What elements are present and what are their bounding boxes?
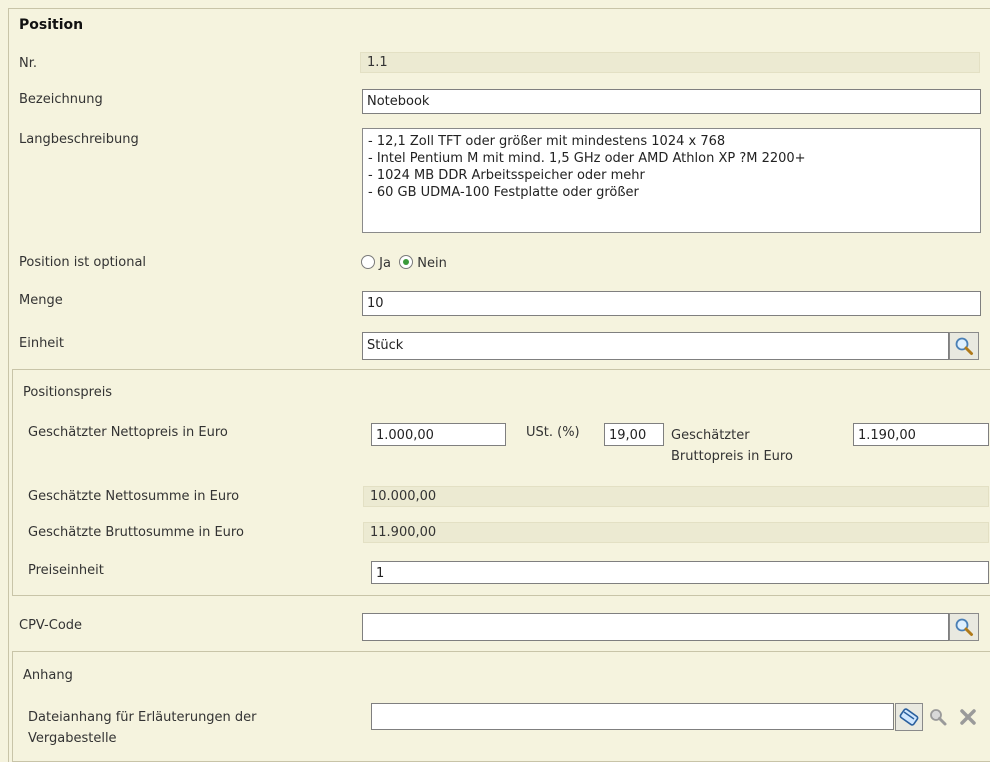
view-icon [930, 709, 947, 726]
preiseinheit-input[interactable]: 1 [371, 561, 989, 584]
langbeschreibung-line: - Intel Pentium M mit mind. 1,5 GHz oder… [368, 151, 806, 166]
einheit-input[interactable]: Stück [362, 332, 949, 360]
nettosumme-label: Geschätzte Nettosumme in Euro [28, 489, 240, 504]
optional-label: Position ist optional [19, 255, 147, 270]
langbeschreibung-line: - 12,1 Zoll TFT oder größer mit mindeste… [368, 134, 726, 149]
search-icon [955, 618, 973, 636]
langbeschreibung-textarea[interactable]: - 12,1 Zoll TFT oder größer mit mindeste… [362, 128, 981, 233]
position-form: Position Nr. 1.1 Bezeichnung Notebook La… [8, 8, 990, 762]
bezeichnung-label: Bezeichnung [19, 92, 103, 107]
search-icon [955, 337, 973, 355]
nettosumme-value: 10.000,00 [363, 486, 989, 507]
menge-label: Menge [19, 293, 63, 308]
positionspreis-title: Positionspreis [23, 385, 113, 400]
bruttopreis-label-line1: Geschätzter [671, 428, 750, 443]
view-button[interactable] [925, 704, 951, 730]
einheit-search-button[interactable] [949, 332, 979, 360]
einheit-label: Einheit [19, 336, 65, 351]
dateianhang-label: Dateianhang für Erläuterungen der Vergab… [28, 707, 257, 749]
nr-label: Nr. [19, 56, 38, 71]
bruttopreis-input[interactable]: 1.190,00 [853, 423, 989, 446]
delete-button[interactable] [955, 704, 981, 730]
cpv-search-button[interactable] [949, 613, 979, 641]
anhang-title: Anhang [23, 668, 73, 683]
anhang-group: Anhang Dateianhang für Erläuterungen der… [12, 651, 990, 762]
section-title: Position [19, 17, 84, 33]
bruttopreis-label: Geschätzter Bruttopreis in Euro [671, 425, 793, 467]
nettopreis-label: Geschätzter Nettopreis in Euro [28, 425, 228, 440]
attach-icon [899, 708, 919, 726]
langbeschreibung-line: - 60 GB UDMA-100 Festplatte oder größer [368, 185, 639, 200]
positionspreis-group: Positionspreis Geschätzter Nettopreis in… [12, 369, 990, 596]
langbeschreibung-line: - 1024 MB DDR Arbeitsspeicher oder mehr [368, 168, 645, 183]
ust-input[interactable]: 19,00 [604, 423, 664, 446]
attach-button[interactable] [895, 703, 923, 731]
dateianhang-label-line1: Dateianhang für Erläuterungen der [28, 710, 257, 725]
bruttopreis-label-line2: Bruttopreis in Euro [671, 449, 793, 464]
bruttosumme-label: Geschätzte Bruttosumme in Euro [28, 525, 244, 540]
nettopreis-input[interactable]: 1.000,00 [371, 423, 506, 446]
radio-nein-label: Nein [417, 256, 447, 271]
langbeschreibung-label: Langbeschreibung [19, 132, 139, 147]
radio-ja[interactable] [361, 255, 375, 269]
nr-value: 1.1 [360, 52, 980, 73]
radio-nein[interactable] [399, 255, 414, 269]
menge-input[interactable]: 10 [362, 291, 981, 316]
delete-icon [960, 709, 976, 725]
radio-ja-label: Ja [379, 256, 391, 271]
cpv-label: CPV-Code [19, 618, 83, 633]
cpv-input[interactable] [362, 613, 949, 641]
optional-radio-group: Ja Nein [361, 255, 447, 271]
dateianhang-label-line2: Vergabestelle [28, 731, 117, 746]
dateianhang-input[interactable] [371, 703, 894, 730]
bezeichnung-input[interactable]: Notebook [362, 89, 981, 114]
preiseinheit-label: Preiseinheit [28, 563, 104, 578]
bruttosumme-value: 11.900,00 [363, 522, 989, 543]
ust-label: USt. (%) [526, 425, 580, 440]
